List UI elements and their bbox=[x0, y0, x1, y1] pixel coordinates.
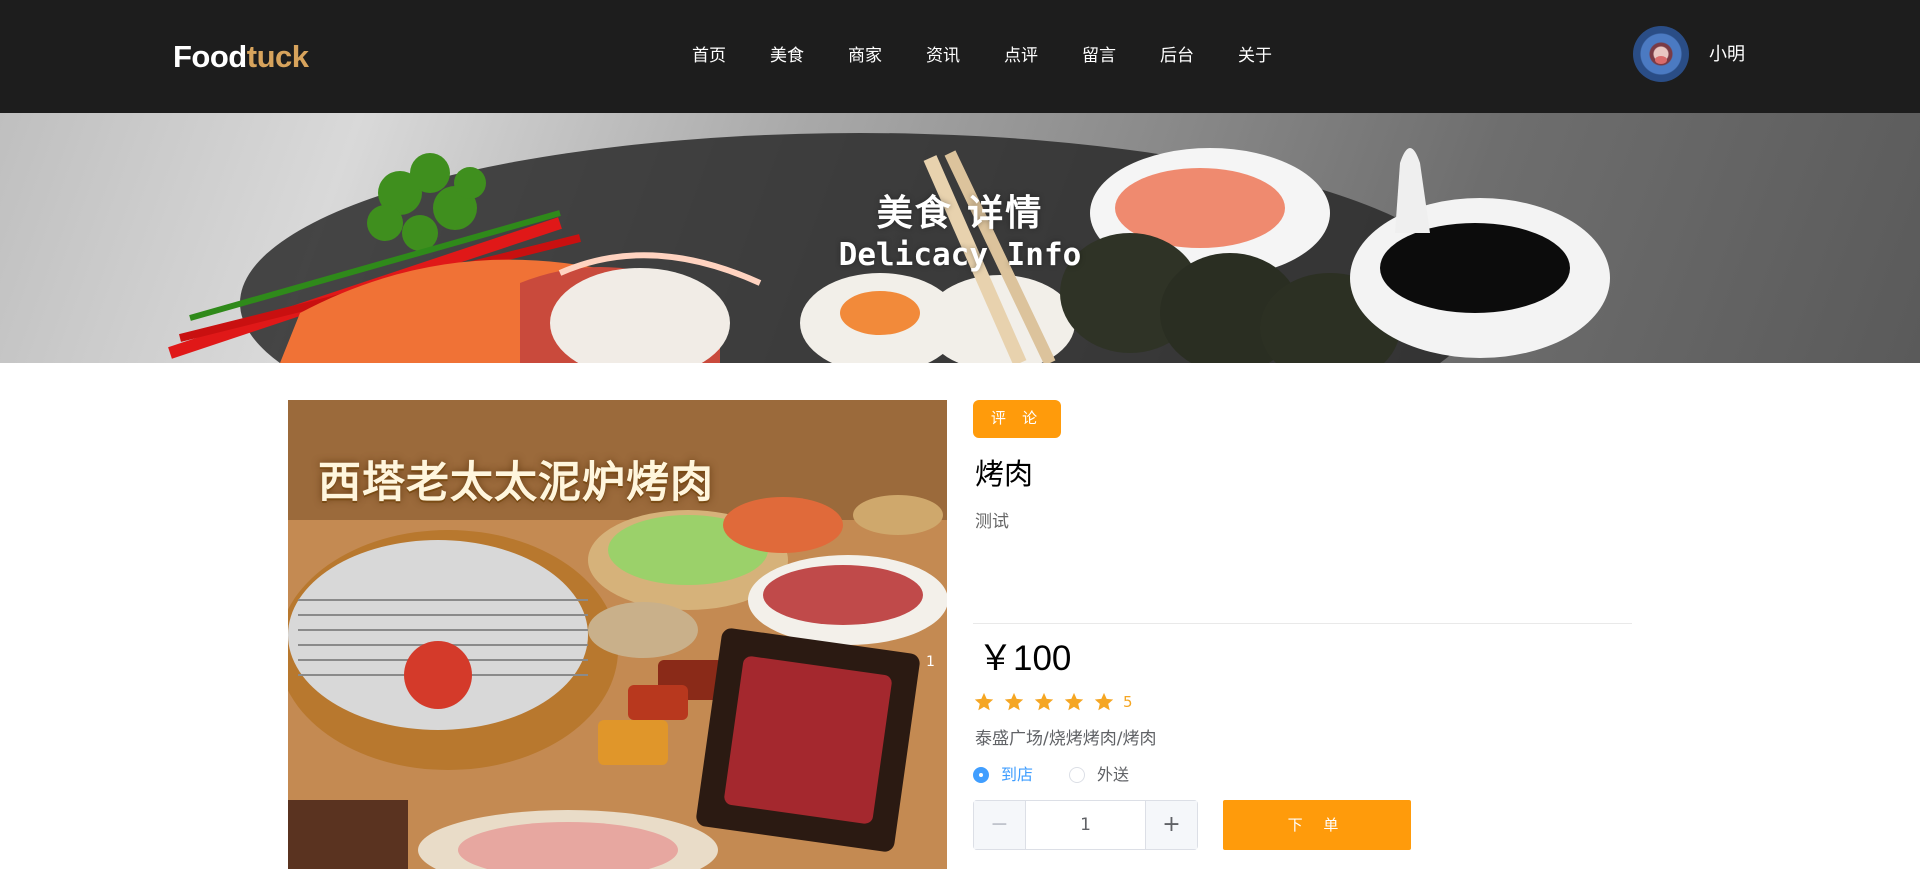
radio-dine-in[interactable]: 到店 bbox=[973, 764, 1033, 786]
dish-price: ￥100 bbox=[978, 639, 1072, 678]
logo-text-accent: tuck bbox=[246, 39, 309, 74]
image-page-marker: 1 bbox=[926, 654, 935, 670]
star-icon bbox=[1034, 692, 1054, 711]
username[interactable]: 小明 bbox=[1709, 43, 1745, 67]
nav-item-merchants[interactable]: 商家 bbox=[826, 44, 904, 68]
delivery-option-group: 到店 外送 bbox=[973, 764, 1165, 786]
dish-description: 测试 bbox=[975, 512, 1009, 532]
nav-item-reviews[interactable]: 点评 bbox=[982, 44, 1060, 68]
banner-subtitle: Delicacy Info bbox=[838, 237, 1082, 273]
rating-value: 5 bbox=[1123, 693, 1133, 711]
dish-location: 泰盛广场/烧烤烤肉/烤肉 bbox=[975, 729, 1157, 749]
radio-indicator[interactable] bbox=[973, 767, 989, 783]
nav-item-news[interactable]: 资讯 bbox=[904, 44, 982, 68]
radio-label: 外送 bbox=[1097, 765, 1130, 784]
page-banner: 美食 详情 Delicacy Info bbox=[0, 113, 1920, 363]
product-image: 西塔老太太泥炉烤肉 bbox=[288, 400, 947, 869]
divider bbox=[973, 623, 1632, 624]
user-avatar[interactable] bbox=[1633, 26, 1689, 82]
radio-delivery[interactable]: 外送 bbox=[1069, 764, 1129, 786]
main-nav: 首页 美食 商家 资讯 点评 留言 后台 关于 bbox=[670, 44, 1294, 68]
rating-stars: 5 bbox=[973, 691, 1133, 713]
comment-button[interactable]: 评 论 bbox=[973, 400, 1061, 438]
star-icon bbox=[1094, 692, 1114, 711]
dish-name: 烤肉 bbox=[975, 457, 1034, 491]
star-icon bbox=[1004, 692, 1024, 711]
radio-indicator[interactable] bbox=[1069, 767, 1086, 783]
star-icon bbox=[1064, 692, 1084, 711]
nav-item-admin[interactable]: 后台 bbox=[1138, 44, 1216, 68]
top-nav-bar: Foodtuck 首页 美食 商家 资讯 点评 留言 后台 关于 小明 bbox=[0, 0, 1920, 113]
quantity-stepper: − 1 + bbox=[973, 800, 1198, 850]
nav-item-about[interactable]: 关于 bbox=[1216, 44, 1294, 68]
star-icon bbox=[974, 692, 994, 711]
site-logo[interactable]: Foodtuck bbox=[173, 38, 309, 76]
banner-title: 美食 详情 bbox=[876, 193, 1044, 234]
logo-text-primary: Food bbox=[173, 39, 247, 74]
nav-item-food[interactable]: 美食 bbox=[748, 44, 826, 68]
quantity-value[interactable]: 1 bbox=[1026, 801, 1145, 849]
increase-button[interactable]: + bbox=[1145, 801, 1197, 849]
place-order-button[interactable]: 下 单 bbox=[1223, 800, 1411, 850]
image-shop-name: 西塔老太太泥炉烤肉 bbox=[318, 458, 714, 508]
radio-label: 到店 bbox=[1001, 765, 1034, 784]
nav-item-home[interactable]: 首页 bbox=[670, 44, 748, 68]
decrease-button[interactable]: − bbox=[974, 801, 1026, 849]
nav-item-messages[interactable]: 留言 bbox=[1060, 44, 1138, 68]
